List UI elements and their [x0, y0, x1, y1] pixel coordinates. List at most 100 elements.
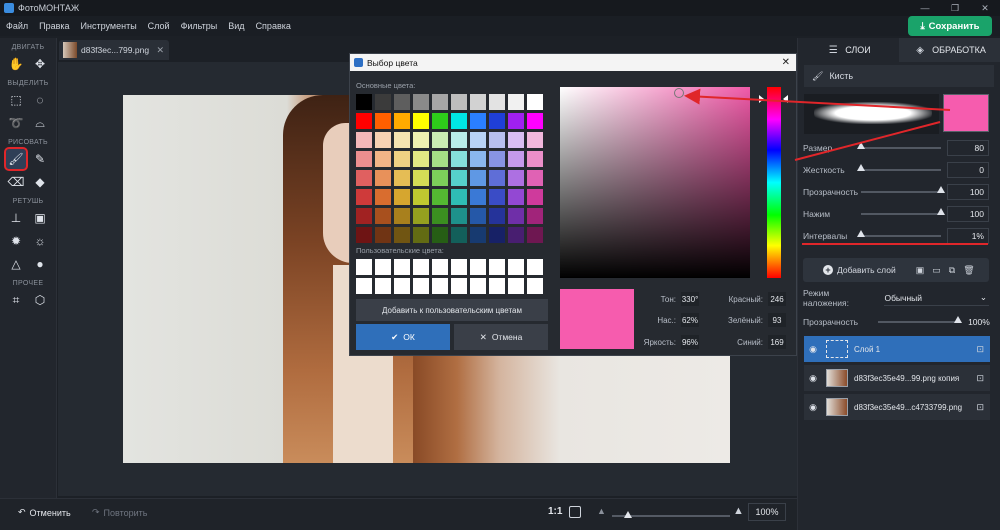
param-opacity-value[interactable]: 100	[947, 184, 989, 200]
eraser-icon[interactable]: ⌫	[6, 172, 26, 192]
param-intervals-thumb[interactable]	[857, 230, 865, 237]
hue-slider[interactable]	[767, 87, 781, 278]
basic-color-swatch[interactable]	[375, 113, 391, 129]
document-tab[interactable]: d83f3ec...799.png ✕	[59, 40, 169, 60]
blue-value[interactable]: 169	[768, 335, 786, 349]
basic-color-swatch[interactable]	[489, 113, 505, 129]
param-size-value[interactable]: 80	[947, 140, 989, 156]
basic-color-swatch[interactable]	[432, 208, 448, 224]
menu-file[interactable]: Файл	[6, 21, 28, 31]
custom-color-swatch[interactable]	[413, 278, 429, 294]
basic-color-swatch[interactable]	[375, 170, 391, 186]
param-hardness-thumb[interactable]	[857, 164, 865, 171]
basic-color-swatch[interactable]	[356, 132, 372, 148]
basic-color-swatch[interactable]	[508, 189, 524, 205]
basic-color-swatch[interactable]	[527, 227, 543, 243]
polygon-lasso-icon[interactable]: ⌓	[30, 113, 50, 133]
lock-icon[interactable]: ⊡	[976, 373, 984, 384]
basic-color-swatch[interactable]	[413, 132, 429, 148]
param-opacity-slider[interactable]	[861, 186, 945, 193]
basic-color-swatch[interactable]	[356, 189, 372, 205]
custom-color-swatch[interactable]	[527, 259, 543, 275]
basic-color-swatch[interactable]	[470, 208, 486, 224]
layer-opacity-slider[interactable]	[878, 316, 963, 323]
dialog-close-icon[interactable]: ✕	[782, 57, 790, 68]
undo-button[interactable]: ↶ Отменить	[18, 507, 71, 518]
pencil-icon[interactable]: ✎	[30, 149, 50, 169]
custom-color-swatch[interactable]	[451, 259, 467, 275]
lock-icon[interactable]: ⊡	[976, 344, 984, 355]
cancel-button[interactable]: ✕ Отмена	[454, 324, 548, 350]
basic-color-swatch[interactable]	[451, 170, 467, 186]
basic-color-swatch[interactable]	[508, 94, 524, 110]
custom-color-swatch[interactable]	[432, 278, 448, 294]
basic-color-swatch[interactable]	[508, 113, 524, 129]
param-size-slider[interactable]	[857, 142, 941, 149]
zoom-actual-size-button[interactable]: 1:1	[548, 506, 562, 517]
fit-screen-icon[interactable]	[569, 506, 581, 518]
hue-value[interactable]: 330°	[681, 292, 699, 306]
eye-icon[interactable]: ◉	[804, 402, 822, 413]
basic-color-swatch[interactable]	[413, 94, 429, 110]
param-hardness-slider[interactable]	[857, 164, 941, 171]
basic-color-swatch[interactable]	[356, 227, 372, 243]
basic-color-swatch[interactable]	[413, 151, 429, 167]
brush-tool-icon[interactable]: 🖌	[4, 147, 28, 171]
move-icon[interactable]: ✥	[30, 54, 50, 74]
basic-color-swatch[interactable]	[356, 151, 372, 167]
basic-color-swatch[interactable]	[489, 94, 505, 110]
layer-row-2[interactable]: ◉ d83f3ec35e49...99.png копия ⊡	[804, 365, 990, 391]
menu-view[interactable]: Вид	[228, 21, 244, 31]
zoom-in-icon[interactable]: ▲	[733, 505, 744, 517]
basic-color-swatch[interactable]	[527, 94, 543, 110]
custom-color-swatch[interactable]	[432, 259, 448, 275]
minimize-button[interactable]: —	[910, 0, 940, 16]
basic-color-swatch[interactable]	[470, 94, 486, 110]
menu-layer[interactable]: Слой	[148, 21, 170, 31]
basic-color-swatch[interactable]	[470, 189, 486, 205]
zoom-slider[interactable]	[612, 511, 730, 518]
crop-icon[interactable]: ⌗	[6, 290, 26, 310]
folder-icon[interactable]: ▭	[932, 265, 941, 276]
basic-color-swatch[interactable]	[508, 208, 524, 224]
fill-bucket-icon[interactable]: ◆	[30, 172, 50, 192]
custom-color-swatch[interactable]	[394, 259, 410, 275]
basic-color-swatch[interactable]	[470, 113, 486, 129]
basic-color-swatch[interactable]	[432, 189, 448, 205]
basic-color-swatch[interactable]	[375, 94, 391, 110]
basic-color-swatch[interactable]	[527, 151, 543, 167]
custom-color-swatch[interactable]	[451, 278, 467, 294]
zoom-percent-field[interactable]: 100%	[748, 503, 786, 521]
basic-color-swatch[interactable]	[451, 132, 467, 148]
layer-opacity-thumb[interactable]	[954, 316, 963, 323]
basic-color-swatch[interactable]	[375, 132, 391, 148]
add-layer-button[interactable]: Добавить слой	[837, 265, 896, 275]
basic-color-swatch[interactable]	[432, 227, 448, 243]
green-value[interactable]: 93	[768, 313, 786, 327]
basic-color-swatch[interactable]	[527, 189, 543, 205]
basic-color-swatch[interactable]	[375, 208, 391, 224]
lock-icon[interactable]: ⊡	[976, 402, 984, 413]
duplicate-icon[interactable]: ⧉	[949, 265, 955, 276]
ok-button[interactable]: ✔ ОК	[356, 324, 450, 350]
save-button[interactable]: ⤓ Сохранить	[908, 16, 992, 36]
custom-color-swatch[interactable]	[356, 278, 372, 294]
basic-color-swatch[interactable]	[489, 170, 505, 186]
basic-color-swatch[interactable]	[413, 189, 429, 205]
sat-value[interactable]: 62%	[681, 313, 699, 327]
basic-color-swatch[interactable]	[451, 94, 467, 110]
param-size-thumb[interactable]	[857, 142, 865, 149]
param-pressure-slider[interactable]	[861, 208, 945, 215]
menu-help[interactable]: Справка	[256, 21, 291, 31]
mask-icon[interactable]: ▣	[916, 265, 925, 276]
basic-color-swatch[interactable]	[413, 170, 429, 186]
basic-color-swatch[interactable]	[470, 151, 486, 167]
custom-color-swatch[interactable]	[508, 278, 524, 294]
basic-color-swatch[interactable]	[356, 113, 372, 129]
redo-button[interactable]: ↷ Повторить	[92, 507, 147, 518]
hand-icon[interactable]: ✋	[6, 54, 26, 74]
basic-color-swatch[interactable]	[413, 113, 429, 129]
basic-color-swatch[interactable]	[527, 170, 543, 186]
spectrum-cursor[interactable]	[674, 88, 684, 98]
menu-filters[interactable]: Фильтры	[181, 21, 218, 31]
